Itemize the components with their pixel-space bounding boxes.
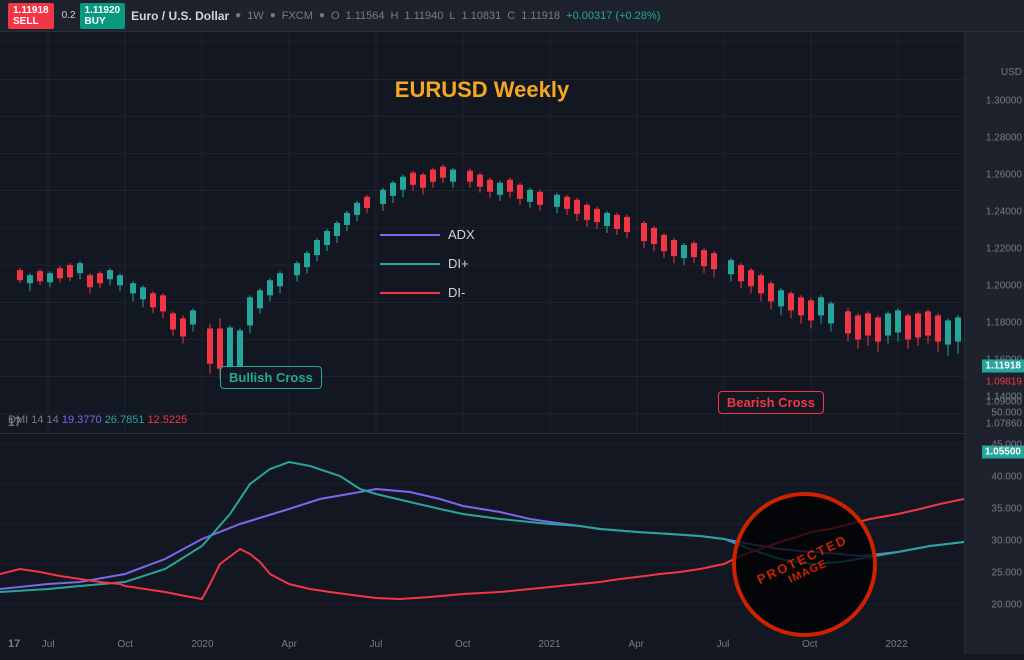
dmi-level-25: 25.000 xyxy=(991,568,1022,579)
x-label-oct21: Oct xyxy=(802,639,818,650)
x-label-apr20: Apr xyxy=(281,639,297,650)
price-1300: 1.30000 xyxy=(986,96,1022,107)
low-label: L xyxy=(449,10,455,22)
dmi-level-45: 45.000 xyxy=(991,440,1022,451)
change-value: +0.00317 (+0.28%) xyxy=(566,10,660,22)
dmi-level-50: 50.000 xyxy=(991,408,1022,419)
current-price-label: 1.11918 xyxy=(982,360,1024,373)
dmi-level-40: 40.000 xyxy=(991,472,1022,483)
x-label-2022: 2022 xyxy=(885,639,907,650)
open-label: O xyxy=(331,10,340,22)
close-value: 1.11918 xyxy=(521,10,560,22)
watermark: PROTECTED IMAGE xyxy=(724,494,884,634)
dmi-indicator-label: DMI 14 14 19.3770 26.7851 12.5225 xyxy=(8,414,187,426)
timeframe-label: 1W xyxy=(247,10,264,22)
close-label: C xyxy=(507,10,515,22)
dmi-level-35: 35.000 xyxy=(991,504,1022,515)
di-plus-label: DI+ xyxy=(448,256,469,271)
price-1098: 1.09819 xyxy=(986,377,1022,388)
high-label: H xyxy=(390,10,398,22)
sell-price[interactable]: 1.11918 SELL xyxy=(8,3,54,29)
price-1280: 1.28000 xyxy=(986,133,1022,144)
x-label-2020: 2020 xyxy=(191,639,213,650)
bearish-cross-annotation: Bearish Cross xyxy=(718,391,824,414)
x-label-jul19: Jul xyxy=(42,639,55,650)
adx-line-icon xyxy=(380,234,440,236)
watermark-circle: PROTECTED IMAGE xyxy=(708,468,901,660)
price-1260: 1.26000 xyxy=(986,170,1022,181)
x-label-jul21: Jul xyxy=(717,639,730,650)
adx-legend-item: ADX xyxy=(380,227,600,242)
price-1090: 1.09000 xyxy=(986,397,1022,408)
price-scale: USD 1.30000 1.28000 1.26000 1.24000 1.22… xyxy=(964,32,1024,654)
price-1240: 1.24000 xyxy=(986,207,1022,218)
separator-dot2: ● xyxy=(270,10,276,21)
currency-label: USD xyxy=(1001,67,1022,78)
spread-value: 0.2 xyxy=(62,10,76,21)
buy-price[interactable]: 1.11920 BUY xyxy=(80,3,126,29)
di-minus-legend-item: DI- xyxy=(380,285,600,300)
indicator-legend: ADX DI+ DI- xyxy=(380,227,600,314)
di-plus-line-icon xyxy=(380,263,440,265)
tradingview-logo: 17 xyxy=(8,415,21,429)
bullish-cross-annotation: Bullish Cross xyxy=(220,366,322,389)
open-value: 1.11564 xyxy=(346,10,385,22)
x-label-apr21: Apr xyxy=(628,639,644,650)
di-minus-label: DI- xyxy=(448,285,465,300)
price-1180: 1.18000 xyxy=(986,318,1022,329)
high-value: 1.11940 xyxy=(404,10,443,22)
di-plus-legend-item: DI+ xyxy=(380,256,600,271)
price-1079: 1.07860 xyxy=(986,419,1022,430)
broker-label: FXCM xyxy=(282,10,313,22)
x-label-2021: 2021 xyxy=(538,639,560,650)
watermark-text: PROTECTED IMAGE xyxy=(754,531,854,597)
symbol-name: Euro / U.S. Dollar xyxy=(131,9,229,23)
x-label-jul20: Jul xyxy=(370,639,383,650)
chart-container: EURUSD Weekly ADX DI+ DI- Bullish Cross … xyxy=(0,32,964,654)
adx-label: ADX xyxy=(448,227,475,242)
x-label-oct19: Oct xyxy=(118,639,134,650)
low-value: 1.10831 xyxy=(462,10,502,22)
x-axis: Jul Oct 2020 Apr Jul Oct 2021 Apr Jul Oc… xyxy=(0,634,964,654)
top-bar: 1.11918 SELL 0.2 1.11920 BUY Euro / U.S.… xyxy=(0,0,1024,32)
tradingview-logo: 17 xyxy=(8,638,20,650)
dmi-level-30: 30.000 xyxy=(991,536,1022,547)
price-1200: 1.20000 xyxy=(986,281,1022,292)
dmi-level-20: 20.000 xyxy=(991,600,1022,611)
price-1220: 1.22000 xyxy=(986,244,1022,255)
separator-dot3: ● xyxy=(319,10,325,21)
separator-dot: ● xyxy=(235,10,241,21)
di-minus-line-icon xyxy=(380,292,440,294)
x-label-oct20: Oct xyxy=(455,639,471,650)
